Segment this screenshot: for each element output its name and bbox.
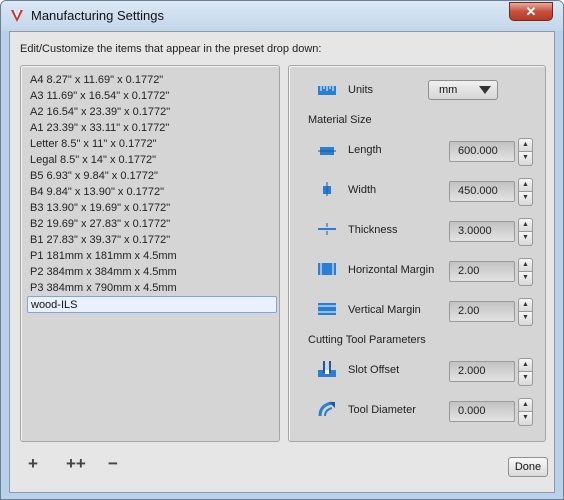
thickness-field[interactable]: 3.0000 xyxy=(449,221,515,242)
vertical-margin-label: Vertical Margin xyxy=(348,304,421,316)
add-preset-button[interactable]: + xyxy=(28,455,38,472)
list-item[interactable]: A1 23.39" x 33.11" x 0.1772" xyxy=(27,120,277,137)
title-bar[interactable]: Manufacturing Settings ✕ xyxy=(1,1,563,31)
list-item[interactable]: B2 19.69" x 27.83" x 0.1772" xyxy=(27,216,277,233)
instruction-text: Edit/Customize the items that appear in … xyxy=(20,43,322,55)
list-item[interactable]: B4 9.84" x 13.90" x 0.1772" xyxy=(27,184,277,201)
tool-diameter-label: Tool Diameter xyxy=(348,404,416,416)
length-field[interactable]: 600.000 xyxy=(449,141,515,162)
vertical-margin-icon xyxy=(318,303,336,315)
window-title: Manufacturing Settings xyxy=(31,8,164,23)
decrement-icon[interactable]: ▼ xyxy=(518,412,533,426)
increment-icon[interactable]: ▲ xyxy=(518,218,533,232)
tool-diameter-stepper[interactable]: ▲ ▼ xyxy=(518,398,533,426)
list-item[interactable]: B3 13.90" x 19.69" x 0.1772" xyxy=(27,200,277,217)
list-item[interactable]: A2 16.54" x 23.39" x 0.1772" xyxy=(27,104,277,121)
width-field[interactable]: 450.000 xyxy=(449,181,515,202)
units-label: Units xyxy=(348,84,374,96)
slot-offset-stepper[interactable]: ▲ ▼ xyxy=(518,358,533,386)
done-button[interactable]: Done xyxy=(508,457,548,477)
close-button[interactable]: ✕ xyxy=(509,2,553,21)
preset-list[interactable]: A4 8.27" x 11.69" x 0.1772" A3 11.69" x … xyxy=(20,65,280,442)
length-stepper[interactable]: ▲ ▼ xyxy=(518,138,533,166)
dialog-body: Edit/Customize the items that appear in … xyxy=(9,31,555,493)
decrement-icon[interactable]: ▼ xyxy=(518,312,533,326)
horizontal-margin-label: Horizontal Margin xyxy=(348,264,435,276)
thickness-icon xyxy=(318,223,336,235)
width-icon xyxy=(323,182,331,196)
thickness-label: Thickness xyxy=(348,224,398,236)
close-icon: ✕ xyxy=(525,3,537,19)
decrement-icon[interactable]: ▼ xyxy=(518,152,533,166)
slot-offset-icon xyxy=(318,361,336,377)
increment-icon[interactable]: ▲ xyxy=(518,178,533,192)
horizontal-margin-field[interactable]: 2.00 xyxy=(449,261,515,282)
increment-icon[interactable]: ▲ xyxy=(518,258,533,272)
list-item[interactable]: A3 11.69" x 16.54" x 0.1772" xyxy=(27,88,277,105)
remove-preset-button[interactable]: − xyxy=(108,455,118,472)
vertical-margin-stepper[interactable]: ▲ ▼ xyxy=(518,298,533,326)
decrement-icon[interactable]: ▼ xyxy=(518,272,533,286)
duplicate-preset-button[interactable]: ++ xyxy=(66,455,86,472)
units-value: mm xyxy=(439,84,458,96)
list-item[interactable]: P1 181mm x 181mm x 4.5mm xyxy=(27,248,277,265)
chevron-down-icon xyxy=(479,86,491,94)
app-logo-icon xyxy=(11,9,23,22)
increment-icon[interactable]: ▲ xyxy=(518,358,533,372)
decrement-icon[interactable]: ▼ xyxy=(518,192,533,206)
vertical-margin-field[interactable]: 2.00 xyxy=(449,301,515,322)
slot-offset-field[interactable]: 2.000 xyxy=(449,361,515,382)
material-size-heading: Material Size xyxy=(308,114,372,126)
thickness-stepper[interactable]: ▲ ▼ xyxy=(518,218,533,246)
horizontal-margin-stepper[interactable]: ▲ ▼ xyxy=(518,258,533,286)
settings-panel: Units mm Material Size Length 600.000 ▲ … xyxy=(288,65,546,442)
slot-offset-label: Slot Offset xyxy=(348,364,400,376)
increment-icon[interactable]: ▲ xyxy=(518,298,533,312)
list-item[interactable]: Legal 8.5" x 14" x 0.1772" xyxy=(27,152,277,169)
ruler-icon xyxy=(318,86,336,95)
units-dropdown[interactable]: mm xyxy=(428,80,498,100)
width-stepper[interactable]: ▲ ▼ xyxy=(518,178,533,206)
increment-icon[interactable]: ▲ xyxy=(518,398,533,412)
length-icon xyxy=(318,147,336,155)
horizontal-margin-icon xyxy=(318,263,336,275)
list-item[interactable]: B5 6.93" x 9.84" x 0.1772" xyxy=(27,168,277,185)
cutting-tool-heading: Cutting Tool Parameters xyxy=(308,334,426,346)
increment-icon[interactable]: ▲ xyxy=(518,138,533,152)
tool-diameter-field[interactable]: 0.000 xyxy=(449,401,515,422)
list-item[interactable]: A4 8.27" x 11.69" x 0.1772" xyxy=(27,72,277,89)
tool-diameter-icon xyxy=(318,401,335,417)
decrement-icon[interactable]: ▼ xyxy=(518,372,533,386)
list-item[interactable]: P3 384mm x 790mm x 4.5mm xyxy=(27,280,277,297)
length-label: Length xyxy=(348,144,382,156)
list-item[interactable]: P2 384mm x 384mm x 4.5mm xyxy=(27,264,277,281)
width-label: Width xyxy=(348,184,377,196)
manufacturing-settings-window: Manufacturing Settings ✕ Edit/Customize … xyxy=(0,0,564,500)
list-item[interactable]: Letter 8.5" x 11" x 0.1772" xyxy=(27,136,277,153)
decrement-icon[interactable]: ▼ xyxy=(518,232,533,246)
list-item[interactable]: B1 27.83" x 39.37" x 0.1772" xyxy=(27,232,277,249)
list-item-selected[interactable]: wood-ILS xyxy=(27,296,277,313)
